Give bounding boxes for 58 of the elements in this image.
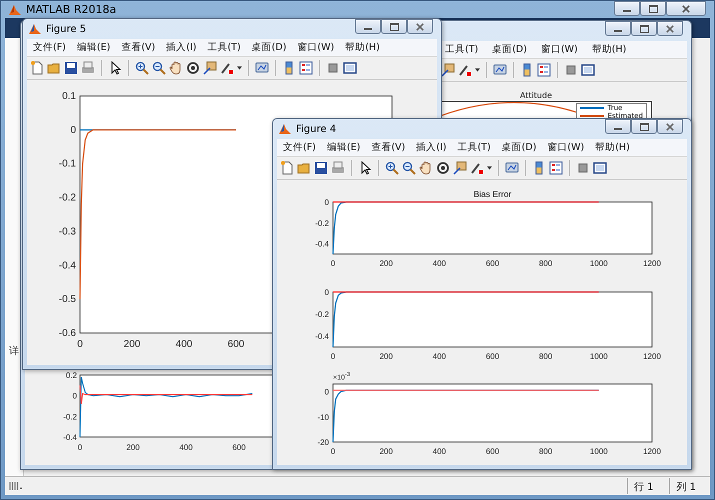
- axis-tick-label: 0: [330, 352, 336, 361]
- axis-tick-label: 600: [486, 447, 500, 456]
- axis-tick-label: 0: [330, 259, 336, 268]
- axis-tick-label: -0.4: [315, 240, 329, 249]
- axis-tick-label: 0: [330, 447, 336, 456]
- axis-tick-label: 600: [232, 443, 246, 452]
- axis-tick-label: 400: [432, 352, 446, 361]
- axis-tick-label: 1000: [590, 259, 608, 268]
- axis-tick-label: 800: [538, 447, 552, 456]
- axis-tick-label: -0.2: [58, 192, 76, 204]
- axis-tick-label: 1200: [643, 352, 661, 361]
- axis-tick-label: 400: [432, 447, 446, 456]
- chart-title: Attitude: [520, 91, 552, 101]
- axis-tick-label: 200: [126, 443, 140, 452]
- axis-tick-label: 0: [78, 443, 82, 452]
- window-title: Figure 5: [46, 24, 86, 34]
- axis-tick-label: 1000: [590, 352, 608, 361]
- axis-tick-label: -0.2: [315, 218, 329, 228]
- axis-tick-label: 1200: [643, 259, 661, 268]
- axis-tick-label: -0.4: [315, 332, 329, 341]
- axis-tick-label: 600: [486, 259, 500, 268]
- axis-tick-label: 0: [324, 388, 329, 397]
- column-indicator: 列 1: [669, 478, 706, 494]
- axis-tick-label: 200: [379, 352, 393, 361]
- axis-tick-label: 800: [538, 352, 552, 361]
- axis-tick-label: -10: [317, 412, 329, 422]
- axis-tick-label: 0: [324, 288, 329, 297]
- axis-tick-label: 1000: [590, 447, 608, 456]
- axis-tick-label: -0.4: [63, 433, 77, 442]
- window-title: Figure 4: [296, 124, 336, 134]
- axis-tick-label: -20: [317, 438, 329, 447]
- axis-tick-label: 0: [324, 198, 329, 207]
- axis-tick-label: 400: [176, 339, 192, 350]
- chart-title: Bias Error: [474, 189, 512, 199]
- axis-tick-label: -0.5: [58, 294, 76, 306]
- axis-tick-label: 0.2: [66, 371, 77, 380]
- axis-tick-label: 0.1: [62, 91, 76, 102]
- axis-tick-label: 200: [379, 447, 393, 456]
- axis-tick-label: 800: [538, 259, 552, 268]
- axis-tick-label: 400: [179, 443, 193, 452]
- axis-tick-label: 400: [432, 259, 446, 268]
- axis-tick-label: 600: [228, 339, 244, 350]
- axis-tick-label: -0.2: [63, 412, 77, 422]
- axis-tick-label: -0.2: [315, 310, 329, 319]
- axis-tick-label: -0.6: [58, 328, 76, 339]
- axis-tick-label: 0: [70, 124, 76, 136]
- axis-tick-label: 0: [72, 392, 77, 401]
- axis-tick-label: 200: [379, 259, 393, 268]
- axis-tick-label: -0.3: [58, 226, 76, 238]
- axis-tick-label: -0.1: [58, 158, 76, 170]
- axis-tick-label: 200: [124, 339, 140, 350]
- panel-label: 详: [9, 344, 19, 358]
- row-indicator: 行 1: [626, 478, 664, 494]
- axis-tick-label: 600: [486, 352, 500, 361]
- window-title: MATLAB R2018a: [26, 3, 116, 16]
- axis-tick-label: -0.4: [58, 260, 76, 272]
- axis-tick-label: 1200: [643, 447, 661, 456]
- axis-tick-label: 0: [77, 339, 83, 350]
